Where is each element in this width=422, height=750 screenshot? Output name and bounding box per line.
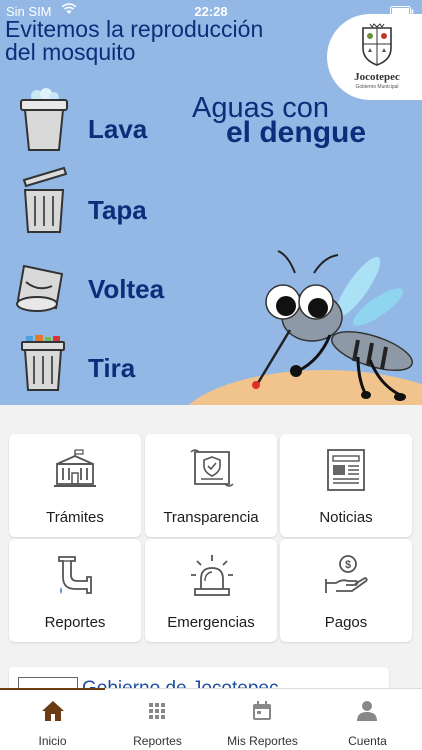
campaign-title-line-2: el dengue: [226, 116, 367, 149]
svg-text:$: $: [345, 559, 351, 571]
app-screen: Sin SIM 22:28 Evitemos la reproducción d…: [0, 0, 422, 750]
tab-reportes[interactable]: Reportes: [105, 689, 210, 750]
bucket-icon: [20, 88, 68, 151]
municipal-logo: Jocotepec Gobierno Municipal: [327, 14, 422, 100]
step-tira: Tira: [88, 353, 136, 383]
tab-cuenta-label: Cuenta: [348, 734, 387, 748]
reportes-tile[interactable]: Reportes: [9, 539, 141, 642]
dengue-campaign-banner[interactable]: Sin SIM 22:28 Evitemos la reproducción d…: [0, 0, 422, 405]
trash-can-lid-icon: [22, 166, 68, 233]
certificate-scroll-icon: [190, 449, 234, 487]
full-trash-can-icon: [21, 335, 65, 391]
newspaper-icon: [327, 449, 365, 491]
tab-reportes-label: Reportes: [133, 734, 182, 748]
hand-money-icon: $: [325, 555, 368, 593]
step-tapa: Tapa: [88, 195, 147, 225]
headline-line-2: del mosquito: [5, 39, 136, 65]
calendar-icon: [253, 701, 271, 720]
home-icon: [42, 701, 64, 721]
tab-inicio[interactable]: Inicio: [0, 689, 105, 750]
emergencias-label: Emergencias: [167, 614, 255, 631]
step-voltea: Voltea: [88, 274, 165, 304]
tramites-tile[interactable]: Trámites: [9, 434, 141, 537]
transparencia-tile[interactable]: Transparencia: [145, 434, 277, 537]
siren-icon: [191, 555, 233, 596]
tab-cuenta[interactable]: Cuenta: [315, 689, 420, 750]
emergencias-tile[interactable]: Emergencias: [145, 539, 277, 642]
government-building-icon: [54, 449, 96, 487]
water-pipe-icon: [58, 556, 92, 594]
logo-name: Jocotepec: [354, 71, 400, 83]
bottom-tab-bar: Inicio Reportes Mis Reportes Cuenta: [0, 688, 422, 750]
logo-subtitle: Gobierno Municipal: [355, 84, 399, 90]
grid-icon: [149, 703, 165, 719]
overturned-bucket-icon: [16, 264, 64, 312]
banner-headline: Evitemos la reproducción del mosquito: [5, 18, 263, 64]
tramites-label: Trámites: [46, 509, 104, 526]
headline-line-1: Evitemos la reproducción: [5, 16, 264, 42]
noticias-tile[interactable]: Noticias: [280, 434, 412, 537]
transparencia-label: Transparencia: [163, 509, 259, 526]
pagos-label: Pagos: [324, 614, 368, 631]
step-lava: Lava: [88, 114, 148, 144]
tab-mis-reportes[interactable]: Mis Reportes: [210, 689, 315, 750]
tab-inicio-label: Inicio: [38, 734, 67, 748]
pagos-tile[interactable]: $ Pagos: [280, 539, 412, 642]
mosquito-illustration: [252, 250, 413, 401]
tab-mis-reportes-label: Mis Reportes: [227, 734, 298, 748]
shield-crest-icon: [362, 23, 392, 66]
noticias-label: Noticias: [319, 509, 373, 526]
person-icon: [357, 701, 377, 721]
reportes-label: Reportes: [44, 614, 106, 631]
